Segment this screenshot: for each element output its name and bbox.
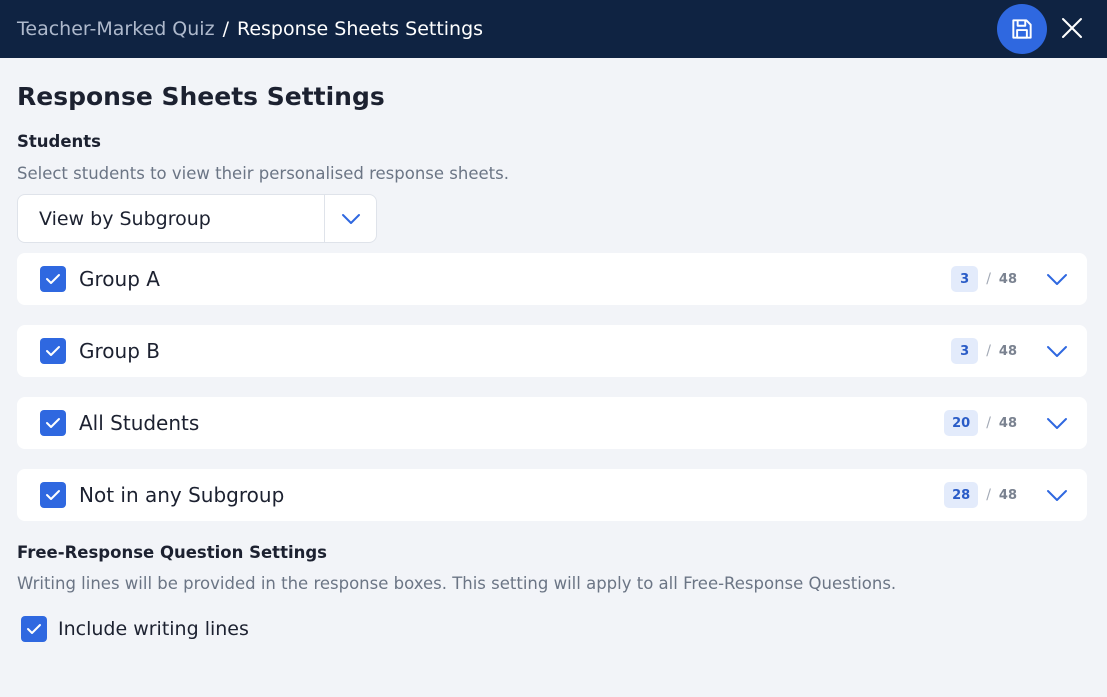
- subgroup-name: All Students: [79, 411, 200, 435]
- subgroup-count: 3 / 48: [951, 253, 1017, 305]
- breadcrumb-parent-link[interactable]: Teacher-Marked Quiz: [17, 18, 215, 40]
- free-response-section-title: Free-Response Question Settings: [17, 543, 327, 562]
- subgroup-checkbox[interactable]: [40, 266, 66, 292]
- settings-content: Response Sheets Settings Students Select…: [0, 80, 1107, 642]
- count-separator: /: [986, 343, 991, 359]
- total-count: 48: [998, 415, 1017, 431]
- checkmark-icon: [27, 624, 41, 634]
- close-button[interactable]: [1058, 14, 1086, 42]
- subgroup-row-all-students[interactable]: All Students 20 / 48: [17, 397, 1087, 449]
- students-section-description: Select students to view their personalis…: [17, 164, 509, 183]
- chevron-down-icon: [1047, 489, 1067, 501]
- checkmark-icon: [46, 418, 60, 428]
- checkmark-icon: [46, 490, 60, 500]
- selected-count-badge: 3: [951, 338, 979, 364]
- view-by-select-toggle[interactable]: [324, 195, 376, 242]
- total-count: 48: [998, 271, 1017, 287]
- subgroup-checkbox[interactable]: [40, 482, 66, 508]
- breadcrumb-current: Response Sheets Settings: [236, 18, 484, 40]
- subgroup-count: 28 / 48: [944, 469, 1017, 521]
- chevron-down-icon: [1047, 273, 1067, 285]
- include-writing-lines-option[interactable]: Include writing lines: [21, 616, 1090, 642]
- floppy-disk-icon: [1012, 19, 1032, 39]
- expand-subgroup-button[interactable]: [1045, 339, 1069, 363]
- subgroup-checkbox[interactable]: [40, 338, 66, 364]
- subgroup-name: Group A: [79, 267, 160, 291]
- view-by-select-value: View by Subgroup: [39, 207, 211, 230]
- free-response-section-description: Writing lines will be provided in the re…: [17, 574, 897, 593]
- total-count: 48: [998, 343, 1017, 359]
- count-separator: /: [986, 271, 991, 287]
- count-separator: /: [986, 487, 991, 503]
- checkmark-icon: [46, 346, 60, 356]
- subgroup-row-group-a[interactable]: Group A 3 / 48: [17, 253, 1087, 305]
- expand-subgroup-button[interactable]: [1045, 483, 1069, 507]
- subgroup-checkbox[interactable]: [40, 410, 66, 436]
- selected-count-badge: 28: [944, 482, 979, 508]
- selected-count-badge: 3: [951, 266, 979, 292]
- subgroup-row-not-in-any[interactable]: Not in any Subgroup 28 / 48: [17, 469, 1087, 521]
- checkmark-icon: [46, 274, 60, 284]
- subgroup-row-group-b[interactable]: Group B 3 / 48: [17, 325, 1087, 377]
- subgroup-count: 3 / 48: [951, 325, 1017, 377]
- subgroup-name: Not in any Subgroup: [79, 483, 285, 507]
- breadcrumb: Teacher-Marked Quiz / Response Sheets Se…: [17, 18, 483, 40]
- save-button[interactable]: [997, 4, 1047, 54]
- chevron-down-icon: [1047, 345, 1067, 357]
- include-writing-lines-label: Include writing lines: [58, 618, 249, 640]
- close-icon: [1062, 18, 1082, 38]
- include-writing-lines-checkbox[interactable]: [21, 616, 47, 642]
- breadcrumb-separator: /: [222, 18, 229, 40]
- subgroup-count: 20 / 48: [944, 397, 1017, 449]
- chevron-down-icon: [1047, 417, 1067, 429]
- page-title: Response Sheets Settings: [17, 82, 385, 111]
- selected-count-badge: 20: [944, 410, 979, 436]
- chevron-down-icon: [341, 213, 360, 224]
- view-by-select[interactable]: View by Subgroup: [17, 194, 377, 243]
- expand-subgroup-button[interactable]: [1045, 267, 1069, 291]
- students-section-title: Students: [17, 132, 101, 151]
- subgroup-name: Group B: [79, 339, 160, 363]
- expand-subgroup-button[interactable]: [1045, 411, 1069, 435]
- top-bar: Teacher-Marked Quiz / Response Sheets Se…: [0, 0, 1107, 58]
- total-count: 48: [998, 487, 1017, 503]
- count-separator: /: [986, 415, 991, 431]
